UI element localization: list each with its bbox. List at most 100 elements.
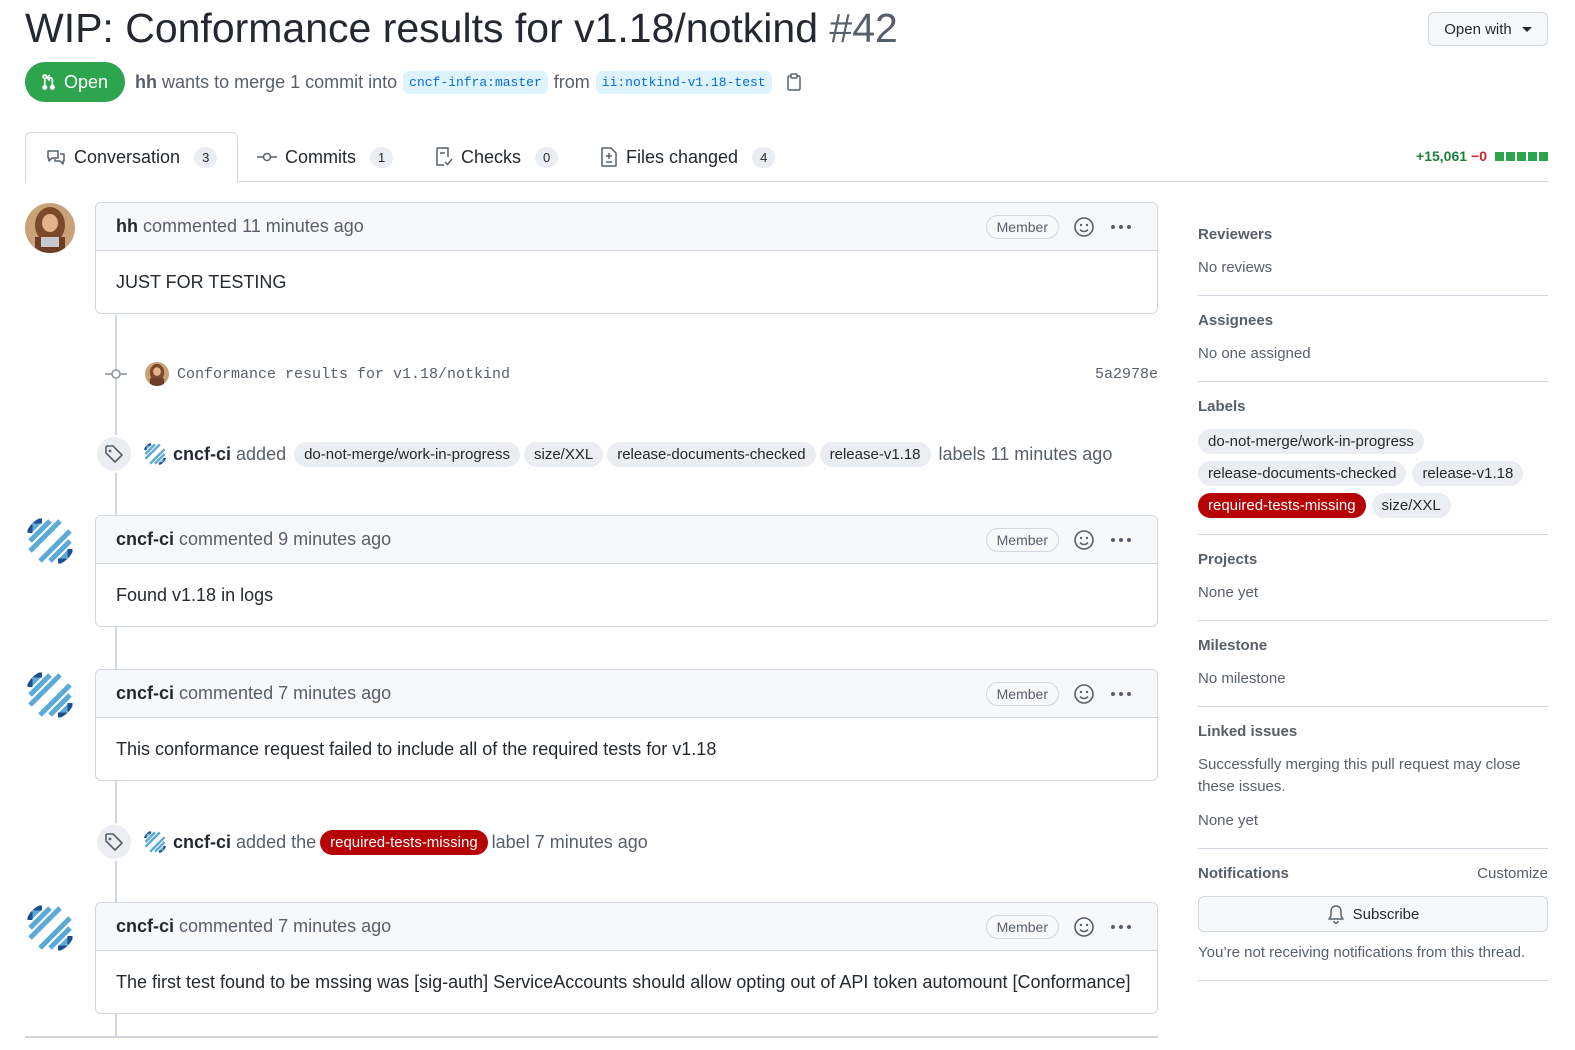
tab-files-changed[interactable]: Files changed 4 <box>600 132 776 182</box>
comment-body: JUST FOR TESTING <box>116 271 287 292</box>
reviewers-title[interactable]: Reviewers <box>1198 226 1272 243</box>
sidebar-projects[interactable]: Projects None yet <box>1198 535 1548 621</box>
label-event-2: cncf-ci added the required-tests-missing… <box>95 822 648 862</box>
comment-discussion-icon <box>47 149 65 165</box>
event-actor[interactable]: cncf-ci <box>173 444 231 465</box>
avatar-cncf-ci[interactable] <box>25 516 75 566</box>
kebab-horizontal-icon[interactable] <box>1109 529 1133 551</box>
commit-author-avatar[interactable] <box>145 362 169 386</box>
reviewers-value: No reviews <box>1198 259 1273 276</box>
diffstat[interactable]: +15,061 −0 <box>1416 148 1548 164</box>
labels-list: do-not-merge/work-in-progress release-do… <box>1198 429 1548 518</box>
commit-message[interactable]: Conformance results for v1.18/notkind <box>177 366 510 383</box>
comment-action: commented <box>179 529 274 549</box>
commit-row: Conformance results for v1.18/notkind 5a… <box>105 358 1158 390</box>
comment-body: The first test found to be mssing was [s… <box>116 971 1131 992</box>
event-actor[interactable]: cncf-ci <box>173 832 231 853</box>
tab-conversation-count: 3 <box>194 147 218 168</box>
label-do-not-merge[interactable]: do-not-merge/work-in-progress <box>1198 429 1424 454</box>
notifications-status: You’re not receiving notifications from … <box>1198 944 1526 961</box>
cncf-ci-avatar[interactable] <box>143 830 167 854</box>
pr-state-label: Open <box>64 71 109 92</box>
kebab-horizontal-icon[interactable] <box>1109 216 1133 238</box>
event-action: added the <box>236 831 317 852</box>
pr-author-link[interactable]: hh <box>135 72 157 93</box>
avatar-hh[interactable] <box>25 203 75 253</box>
smiley-icon[interactable] <box>1073 529 1095 551</box>
smiley-icon[interactable] <box>1073 916 1095 938</box>
linked-issues-description: Successfully merging this pull request m… <box>1198 756 1521 795</box>
avatar-cncf-ci[interactable] <box>25 670 75 720</box>
label-release-v1-18[interactable]: release-v1.18 <box>819 441 931 467</box>
tab-checks[interactable]: Checks 0 <box>435 132 559 182</box>
comment-action: commented <box>179 916 274 936</box>
commit-icon <box>105 369 127 379</box>
comment-author[interactable]: cncf-ci <box>116 683 174 704</box>
sidebar-linked-issues[interactable]: Linked issues Successfully merging this … <box>1198 707 1548 849</box>
event-time[interactable]: 11 minutes ago <box>991 444 1113 465</box>
comment-author[interactable]: cncf-ci <box>116 529 174 550</box>
label-release-v1-18[interactable]: release-v1.18 <box>1412 461 1524 486</box>
label-required-tests-missing[interactable]: required-tests-missing <box>320 829 488 855</box>
comment-time[interactable]: 9 minutes ago <box>278 529 391 550</box>
comment-time[interactable]: 7 minutes ago <box>278 916 391 937</box>
comment-author[interactable]: hh <box>116 216 138 237</box>
linked-issues-title[interactable]: Linked issues <box>1198 723 1297 740</box>
checklist-icon <box>436 147 453 166</box>
comment-author[interactable]: cncf-ci <box>116 916 174 937</box>
notifications-title: Notifications <box>1198 865 1289 882</box>
label-required-tests-missing[interactable]: required-tests-missing <box>1198 493 1366 518</box>
comment-time[interactable]: 11 minutes ago <box>242 216 364 237</box>
comment-time[interactable]: 7 minutes ago <box>278 683 391 704</box>
label-release-documents-checked[interactable]: release-documents-checked <box>607 441 816 467</box>
comment-header: cncf-ci commented 7 minutes ago Member <box>96 903 1157 951</box>
member-badge: Member <box>985 528 1059 552</box>
customize-link[interactable]: Customize <box>1477 865 1548 882</box>
tab-commits-label: Commits <box>285 146 356 167</box>
member-badge: Member <box>985 682 1059 706</box>
kebab-horizontal-icon[interactable] <box>1109 683 1133 705</box>
tab-commits[interactable]: Commits 1 <box>257 132 394 182</box>
event-time[interactable]: 7 minutes ago <box>535 832 648 853</box>
comment-action: commented <box>143 216 238 236</box>
assignees-title[interactable]: Assignees <box>1198 312 1273 329</box>
pr-tabs: Conversation 3 Commits 1 Checks 0 Files … <box>25 132 1548 183</box>
smiley-icon[interactable] <box>1073 683 1095 705</box>
base-branch[interactable]: cncf-infra:master <box>403 70 548 94</box>
member-badge: Member <box>985 215 1059 239</box>
milestone-title[interactable]: Milestone <box>1198 637 1267 654</box>
label-release-documents-checked[interactable]: release-documents-checked <box>1198 461 1407 486</box>
labels-title[interactable]: Labels <box>1198 398 1246 415</box>
sidebar-reviewers[interactable]: Reviewers No reviews <box>1198 210 1548 296</box>
open-with-button[interactable]: Open with <box>1428 12 1548 46</box>
comment-3: cncf-ci commented 7 minutes ago Member T… <box>95 669 1158 781</box>
label-do-not-merge[interactable]: do-not-merge/work-in-progress <box>294 441 520 467</box>
label-size-xxl[interactable]: size/XXL <box>524 441 604 467</box>
sidebar-labels[interactable]: Labels do-not-merge/work-in-progress rel… <box>1198 382 1548 535</box>
projects-value: None yet <box>1198 584 1259 601</box>
subscribe-button[interactable]: Subscribe <box>1198 896 1548 932</box>
smiley-icon[interactable] <box>1073 216 1095 238</box>
open-with-label: Open with <box>1444 20 1512 38</box>
kebab-horizontal-icon[interactable] <box>1109 916 1133 938</box>
sidebar-milestone[interactable]: Milestone No milestone <box>1198 621 1548 707</box>
tab-conversation[interactable]: Conversation 3 <box>25 132 239 183</box>
copy-icon[interactable] <box>786 73 802 91</box>
avatar-cncf-ci[interactable] <box>25 903 75 953</box>
label-size-xxl[interactable]: size/XXL <box>1371 493 1451 518</box>
diffstat-additions: +15,061 <box>1416 148 1468 164</box>
comment-action: commented <box>179 683 274 703</box>
comment-4: cncf-ci commented 7 minutes ago Member T… <box>95 902 1158 1014</box>
event-suffix: label <box>491 831 530 852</box>
projects-title[interactable]: Projects <box>1198 551 1257 568</box>
pr-sidebar: Reviewers No reviews Assignees No one as… <box>1198 210 1548 981</box>
pr-merge-text: wants to merge 1 commit into <box>162 71 398 92</box>
tab-conversation-label: Conversation <box>74 147 181 167</box>
commit-sha[interactable]: 5a2978e <box>1095 366 1158 383</box>
head-branch[interactable]: ii:notkind-v1.18-test <box>595 70 772 94</box>
comment-2: cncf-ci commented 9 minutes ago Member F… <box>95 515 1158 627</box>
tag-icon <box>95 435 133 473</box>
cncf-ci-avatar[interactable] <box>143 442 167 466</box>
comment-header: cncf-ci commented 7 minutes ago Member <box>96 670 1157 718</box>
sidebar-assignees[interactable]: Assignees No one assigned <box>1198 296 1548 382</box>
